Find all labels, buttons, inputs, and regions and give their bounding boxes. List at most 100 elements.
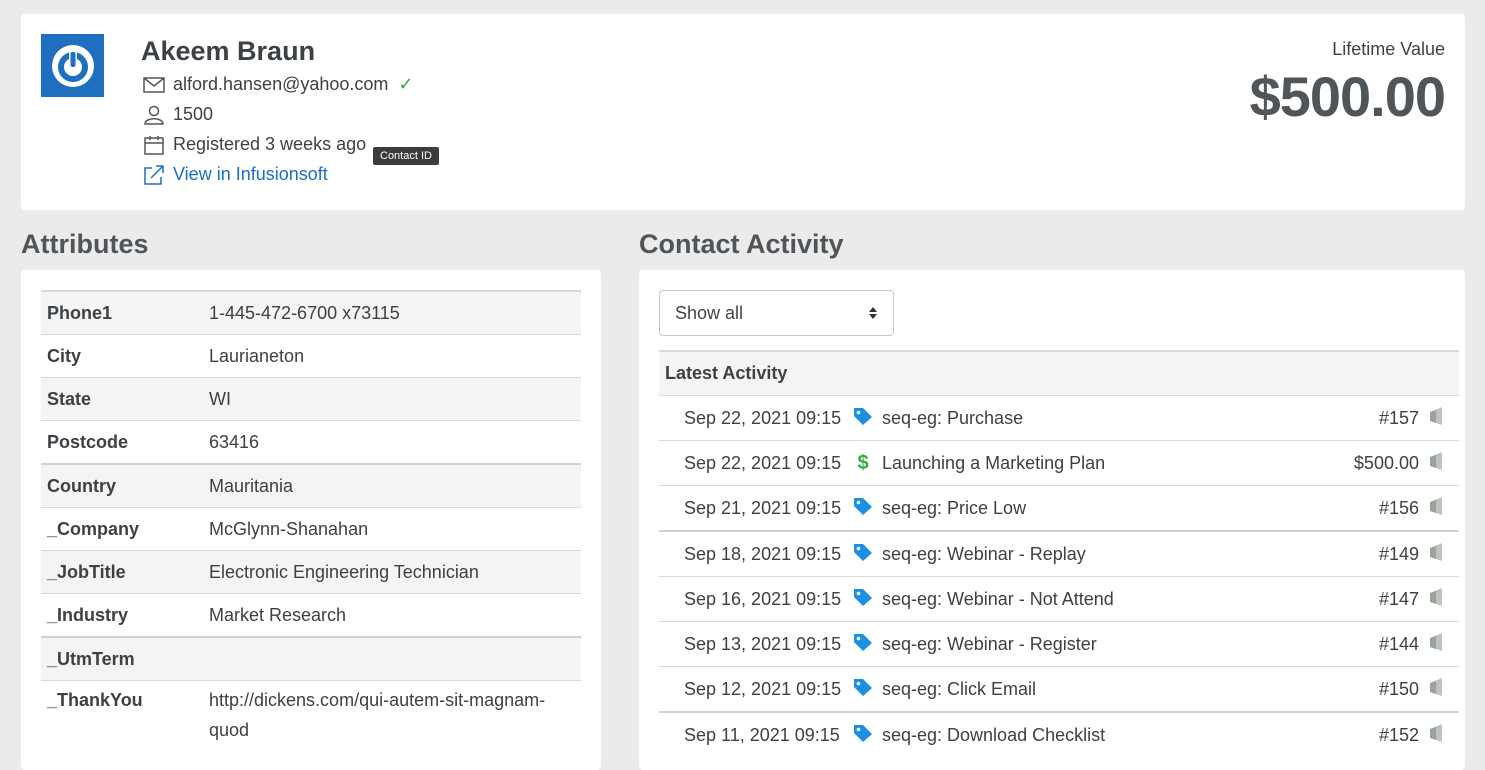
activity-filter-select[interactable]: Show all [659, 290, 894, 336]
attr-row: _JobTitle Electronic Engineering Technici… [41, 550, 581, 594]
attr-value: McGlynn-Shanahan [203, 507, 581, 551]
activity-row[interactable]: Sep 21, 2021 09:15 seq-eg: Price Low #156 [659, 485, 1459, 531]
attr-value [203, 636, 581, 681]
attr-row: _Industry Market Research [41, 593, 581, 637]
attr-row: _ThankYou http://dickens.com/qui-autem-si… [41, 680, 581, 745]
tag-icon [854, 543, 872, 561]
activity-text: seq-eg: Webinar - Not Attend [881, 576, 1296, 622]
flag-icon [1430, 677, 1442, 696]
activity-row[interactable]: Sep 22, 2021 09:15 $ Launching a Marketing… [659, 440, 1459, 486]
tag-icon [854, 678, 872, 696]
activity-text: seq-eg: Price Low [881, 485, 1296, 531]
lifetime-value: $500.00 [1249, 65, 1446, 128]
registered-row: Registered 3 weeks ago [143, 134, 366, 155]
flag-icon [1430, 723, 1442, 742]
attr-key: Country [41, 463, 203, 508]
activity-text: Launching a Marketing Plan [881, 440, 1296, 486]
activity-text: seq-eg: Click Email [881, 666, 1296, 712]
activity-ref: #157 [1295, 395, 1427, 441]
activity-card: Show all Latest Activity Sep 22, 2021 09… [639, 270, 1465, 770]
activity-flag[interactable] [1427, 440, 1459, 486]
attr-key: _Industry [41, 593, 203, 637]
attr-value: 63416 [203, 420, 581, 464]
activity-filter-value: Show all [675, 302, 744, 323]
activity-type [845, 530, 881, 577]
attr-row: Country Mauritania [41, 463, 581, 508]
attr-key: Phone1 [41, 290, 203, 335]
activity-ref: #150 [1295, 666, 1427, 712]
attr-row: City Laurianeton [41, 334, 581, 378]
contact-id: 1500 [173, 104, 214, 124]
tag-icon [854, 633, 872, 651]
activity-row[interactable]: Sep 11, 2021 09:15 seq-eg: Download Check… [659, 711, 1459, 757]
activity-ref: #152 [1295, 711, 1427, 757]
lifetime-value-label: Lifetime Value [1332, 39, 1445, 59]
user-icon [144, 105, 164, 125]
activity-date: Sep 16, 2021 09:15 [659, 576, 845, 622]
activity-row[interactable]: Sep 12, 2021 09:15 seq-eg: Click Email #15… [659, 666, 1459, 712]
attr-row: Postcode 63416 [41, 420, 581, 464]
contact-logo [41, 34, 104, 97]
dollar-icon: $ [857, 451, 869, 474]
attr-row: State WI [41, 377, 581, 421]
attr-key: City [41, 334, 203, 378]
activity-date: Sep 18, 2021 09:15 [659, 530, 845, 577]
external-link-icon [144, 164, 164, 185]
activity-row[interactable]: Sep 22, 2021 09:15 seq-eg: Purchase #157 [659, 395, 1459, 441]
contact-id-tooltip: Contact ID [373, 147, 439, 165]
activity-table: Latest Activity Sep 22, 2021 09:15 seq-eg… [659, 350, 1459, 757]
tag-icon [854, 407, 872, 425]
attr-key: State [41, 377, 203, 421]
activity-date: Sep 21, 2021 09:15 [659, 485, 845, 531]
activity-type [845, 711, 881, 757]
flag-icon [1430, 496, 1442, 515]
flag-icon [1430, 632, 1442, 651]
attr-key: _UtmTerm [41, 636, 203, 681]
view-link-label[interactable]: View in Infusionsoft [173, 164, 328, 185]
view-in-infusionsoft-link[interactable]: View in Infusionsoft [143, 164, 328, 185]
select-arrows-icon [869, 307, 877, 319]
activity-date: Sep 22, 2021 09:15 [659, 440, 845, 486]
activity-ref: #149 [1295, 530, 1427, 577]
attr-key: _ThankYou [41, 680, 203, 745]
activity-ref: $500.00 [1295, 440, 1427, 486]
attr-key: _Company [41, 507, 203, 551]
attr-value: Market Research [203, 593, 581, 637]
activity-row[interactable]: Sep 16, 2021 09:15 seq-eg: Webinar - Not … [659, 576, 1459, 622]
activity-text: seq-eg: Webinar - Replay [881, 530, 1296, 577]
activity-flag[interactable] [1427, 711, 1459, 757]
power-icon [51, 44, 94, 87]
activity-row[interactable]: Sep 18, 2021 09:15 seq-eg: Webinar - Repl… [659, 530, 1459, 577]
activity-date: Sep 11, 2021 09:15 [659, 711, 845, 757]
contact-activity-title: Contact Activity [639, 229, 844, 259]
activity-flag[interactable] [1427, 530, 1459, 577]
activity-type [845, 395, 881, 441]
activity-flag[interactable] [1427, 576, 1459, 622]
flag-icon [1430, 542, 1442, 561]
activity-text: seq-eg: Webinar - Register [881, 621, 1296, 667]
activity-date: Sep 13, 2021 09:15 [659, 621, 845, 667]
activity-date: Sep 22, 2021 09:15 [659, 395, 845, 441]
contact-header-card: Akeem Braun alford.hansen@yahoo.com ✓ 15… [21, 14, 1465, 210]
attributes-card: Phone1 1-445-472-6700 x73115 City Lauriane… [21, 270, 601, 770]
tag-icon [854, 497, 872, 515]
activity-row[interactable]: Sep 13, 2021 09:15 seq-eg: Webinar - Regi… [659, 621, 1459, 667]
activity-flag[interactable] [1427, 666, 1459, 712]
verified-check-icon: ✓ [398, 74, 414, 94]
contact-email: alford.hansen@yahoo.com [173, 74, 389, 94]
attr-value: Mauritania [203, 463, 581, 508]
attr-value: Laurianeton [203, 334, 581, 378]
attr-key: Postcode [41, 420, 203, 464]
attributes-title: Attributes [21, 229, 149, 259]
activity-type [845, 621, 881, 667]
attributes-table: Phone1 1-445-472-6700 x73115 City Lauriane… [41, 290, 581, 745]
activity-flag[interactable] [1427, 395, 1459, 441]
attr-key: _JobTitle [41, 550, 203, 594]
activity-flag[interactable] [1427, 621, 1459, 667]
attr-row: _UtmTerm [41, 636, 581, 681]
attr-value: http://dickens.com/qui-autem-sit-magnam-… [203, 680, 581, 745]
activity-date: Sep 12, 2021 09:15 [659, 666, 845, 712]
attr-row: Phone1 1-445-472-6700 x73115 [41, 290, 581, 335]
attr-row: _Company McGlynn-Shanahan [41, 507, 581, 551]
activity-flag[interactable] [1427, 485, 1459, 531]
